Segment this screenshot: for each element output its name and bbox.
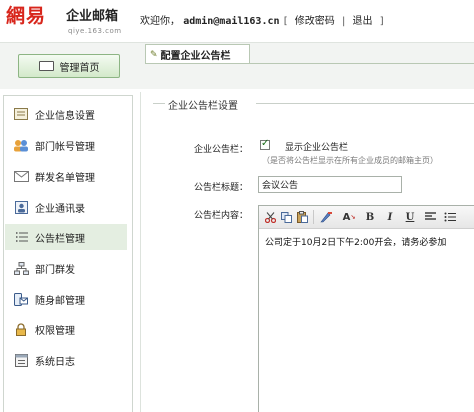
- fieldset-border-right: [256, 103, 474, 104]
- list-icon[interactable]: [443, 210, 457, 224]
- font-color-icon[interactable]: [319, 210, 333, 224]
- sidebar-item-label: 企业通讯录: [35, 203, 85, 215]
- department-icon: [13, 261, 29, 275]
- underline-button[interactable]: U: [403, 210, 417, 224]
- sidebar-item-label: 随身邮管理: [35, 295, 85, 307]
- font-size-icon[interactable]: A ↘: [341, 210, 357, 224]
- sidebar-item-label: 公告栏管理: [35, 233, 85, 245]
- italic-button[interactable]: I: [383, 210, 397, 224]
- sidebar-item-company-info[interactable]: 企业信息设置: [5, 101, 127, 127]
- bold-button[interactable]: B: [363, 210, 377, 224]
- bracket-close: ]: [379, 16, 384, 27]
- editor-toolbar: A ↘ B I U: [259, 206, 474, 229]
- header: 網易 企业邮箱 qiye.163.com 欢迎你， admin@mail163.…: [0, 0, 474, 42]
- bulletin-title-input[interactable]: [258, 176, 402, 193]
- bulletin-content-editor[interactable]: A ↘ B I U 公司定于10月2日下午2:00开会，请务必参加: [258, 205, 474, 412]
- content-label: 公告栏内容：: [193, 211, 248, 221]
- tab-label: 配置企业公告栏: [160, 51, 231, 62]
- admin-home-label: 管理首页: [59, 62, 100, 74]
- section-title: 企业公告栏设置: [168, 101, 238, 112]
- sidebar-item-mass-mail-list[interactable]: 群发名单管理: [5, 163, 127, 189]
- change-password-link[interactable]: 修改密码: [295, 16, 335, 27]
- show-bulletin-checkbox[interactable]: [260, 138, 270, 150]
- address-book-icon: [13, 200, 29, 214]
- sidebar-item-mobile-mail[interactable]: 随身邮管理: [5, 286, 127, 312]
- align-icon[interactable]: [423, 210, 437, 224]
- sidebar-item-label: 系统日志: [35, 356, 75, 368]
- sidebar-item-system-log[interactable]: 系统日志: [5, 347, 127, 373]
- show-bulletin-label[interactable]: 显示企业公告栏: [285, 140, 348, 153]
- bracket-open: [: [283, 16, 288, 27]
- cut-icon[interactable]: [263, 210, 277, 224]
- mail-list-icon: [13, 169, 29, 183]
- lock-icon: [13, 322, 29, 336]
- logout-link[interactable]: 退出: [353, 16, 373, 27]
- editor-content[interactable]: 公司定于10月2日下午2:00开会，请务必参加: [265, 235, 446, 248]
- mobile-mail-icon: [13, 292, 29, 306]
- sidebar-item-label: 部门帐号管理: [35, 141, 95, 153]
- log-icon: [13, 353, 29, 367]
- tab-bulletin-config[interactable]: ✎ 配置企业公告栏: [145, 44, 250, 64]
- sidebar-item-department-mass-send[interactable]: 部门群发: [5, 255, 127, 281]
- pin-icon: ✎: [150, 49, 158, 60]
- sidebar-item-permissions[interactable]: 权限管理: [5, 316, 127, 342]
- title-label: 公告栏标题：: [193, 183, 248, 193]
- link-separator: |: [341, 16, 346, 27]
- toolbar-separator: [313, 210, 314, 224]
- show-bulletin-hint: （是否将公告栏显示在所有企业成员的邮箱主页）: [262, 156, 438, 165]
- sidebar-item-label: 企业信息设置: [35, 110, 95, 122]
- logo-product: 企业邮箱: [66, 9, 119, 24]
- tab-underline: [145, 63, 474, 64]
- fieldset-border-left: [153, 103, 165, 104]
- keyboard-icon: [38, 61, 54, 71]
- bulletin-icon: [13, 230, 29, 244]
- sidebar-item-label: 部门群发: [35, 264, 75, 276]
- sidebar-item-label: 权限管理: [35, 325, 75, 337]
- logo-brand: 網易: [6, 5, 47, 27]
- logo-domain: qiye.163.com: [68, 27, 122, 35]
- users-icon: [13, 138, 29, 152]
- bulletin-label: 企业公告栏：: [193, 145, 248, 155]
- admin-home-button[interactable]: 管理首页: [18, 54, 120, 78]
- sidebar-item-department-accounts[interactable]: 部门帐号管理: [5, 132, 127, 158]
- user-email: admin@mail163.cn: [183, 16, 280, 27]
- sidebar-item-label: 群发名单管理: [35, 172, 95, 184]
- copy-icon[interactable]: [279, 210, 293, 224]
- user-bar: 欢迎你， admin@mail163.cn [ 修改密码 | 退出 ]: [140, 12, 385, 27]
- sidebar-item-address-book[interactable]: 企业通讯录: [5, 194, 127, 220]
- info-settings-icon: [13, 107, 29, 121]
- welcome-text: 欢迎你，: [140, 16, 180, 27]
- paste-icon[interactable]: [295, 210, 309, 224]
- sidebar-item-bulletin[interactable]: 公告栏管理: [5, 224, 127, 250]
